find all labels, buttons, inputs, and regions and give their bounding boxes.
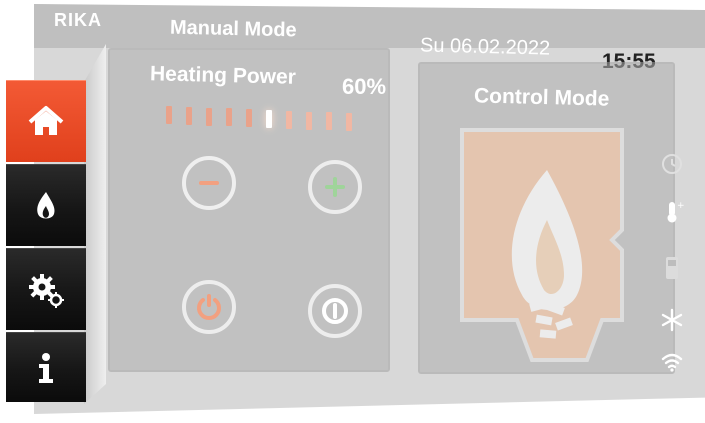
snowflake-icon [661,308,683,332]
power-segment [166,106,172,124]
power-icon [197,294,221,320]
power-segment [206,108,212,126]
main-menu [6,80,86,404]
heating-power-meter [166,106,386,131]
menu-edge [84,44,106,404]
power-segment [226,108,232,126]
heating-power-label: Heating Power [149,62,297,89]
menu-item-info[interactable] [6,332,86,402]
mode-title: Manual Mode [169,16,297,42]
wifi-icon [661,353,683,372]
clock-icon [662,154,682,174]
svg-text:+: + [677,201,684,211]
stove-illustration [460,128,624,362]
power-segment [246,109,252,127]
increase-button[interactable] [308,160,362,214]
standby-icon [322,298,348,324]
standby-button[interactable] [308,284,362,338]
home-icon [28,105,64,135]
info-icon [39,352,53,383]
control-mode-label: Control Mode [473,84,610,111]
power-segment [286,111,292,129]
thermometer-icon: + [667,201,684,223]
power-button[interactable] [182,280,236,334]
minus-icon [199,181,219,185]
date-display: Su 06.02.2022 [419,34,551,60]
flame-icon [37,191,55,218]
heating-power-value: 60% [342,74,387,99]
power-segment [306,112,312,130]
power-segment [266,110,272,128]
phone-icon [666,257,678,279]
plus-icon [325,177,345,197]
power-segment [346,113,352,131]
brand-logo: RIKA [54,10,102,30]
gears-icon [29,273,64,308]
decrease-button[interactable] [182,156,236,210]
power-segment [186,107,192,125]
power-segment [326,112,332,130]
menu-item-flame[interactable] [6,164,86,246]
menu-item-settings[interactable] [6,248,86,330]
status-icons: + [660,152,688,382]
top-bar [34,4,705,48]
menu-item-home[interactable] [6,80,86,162]
